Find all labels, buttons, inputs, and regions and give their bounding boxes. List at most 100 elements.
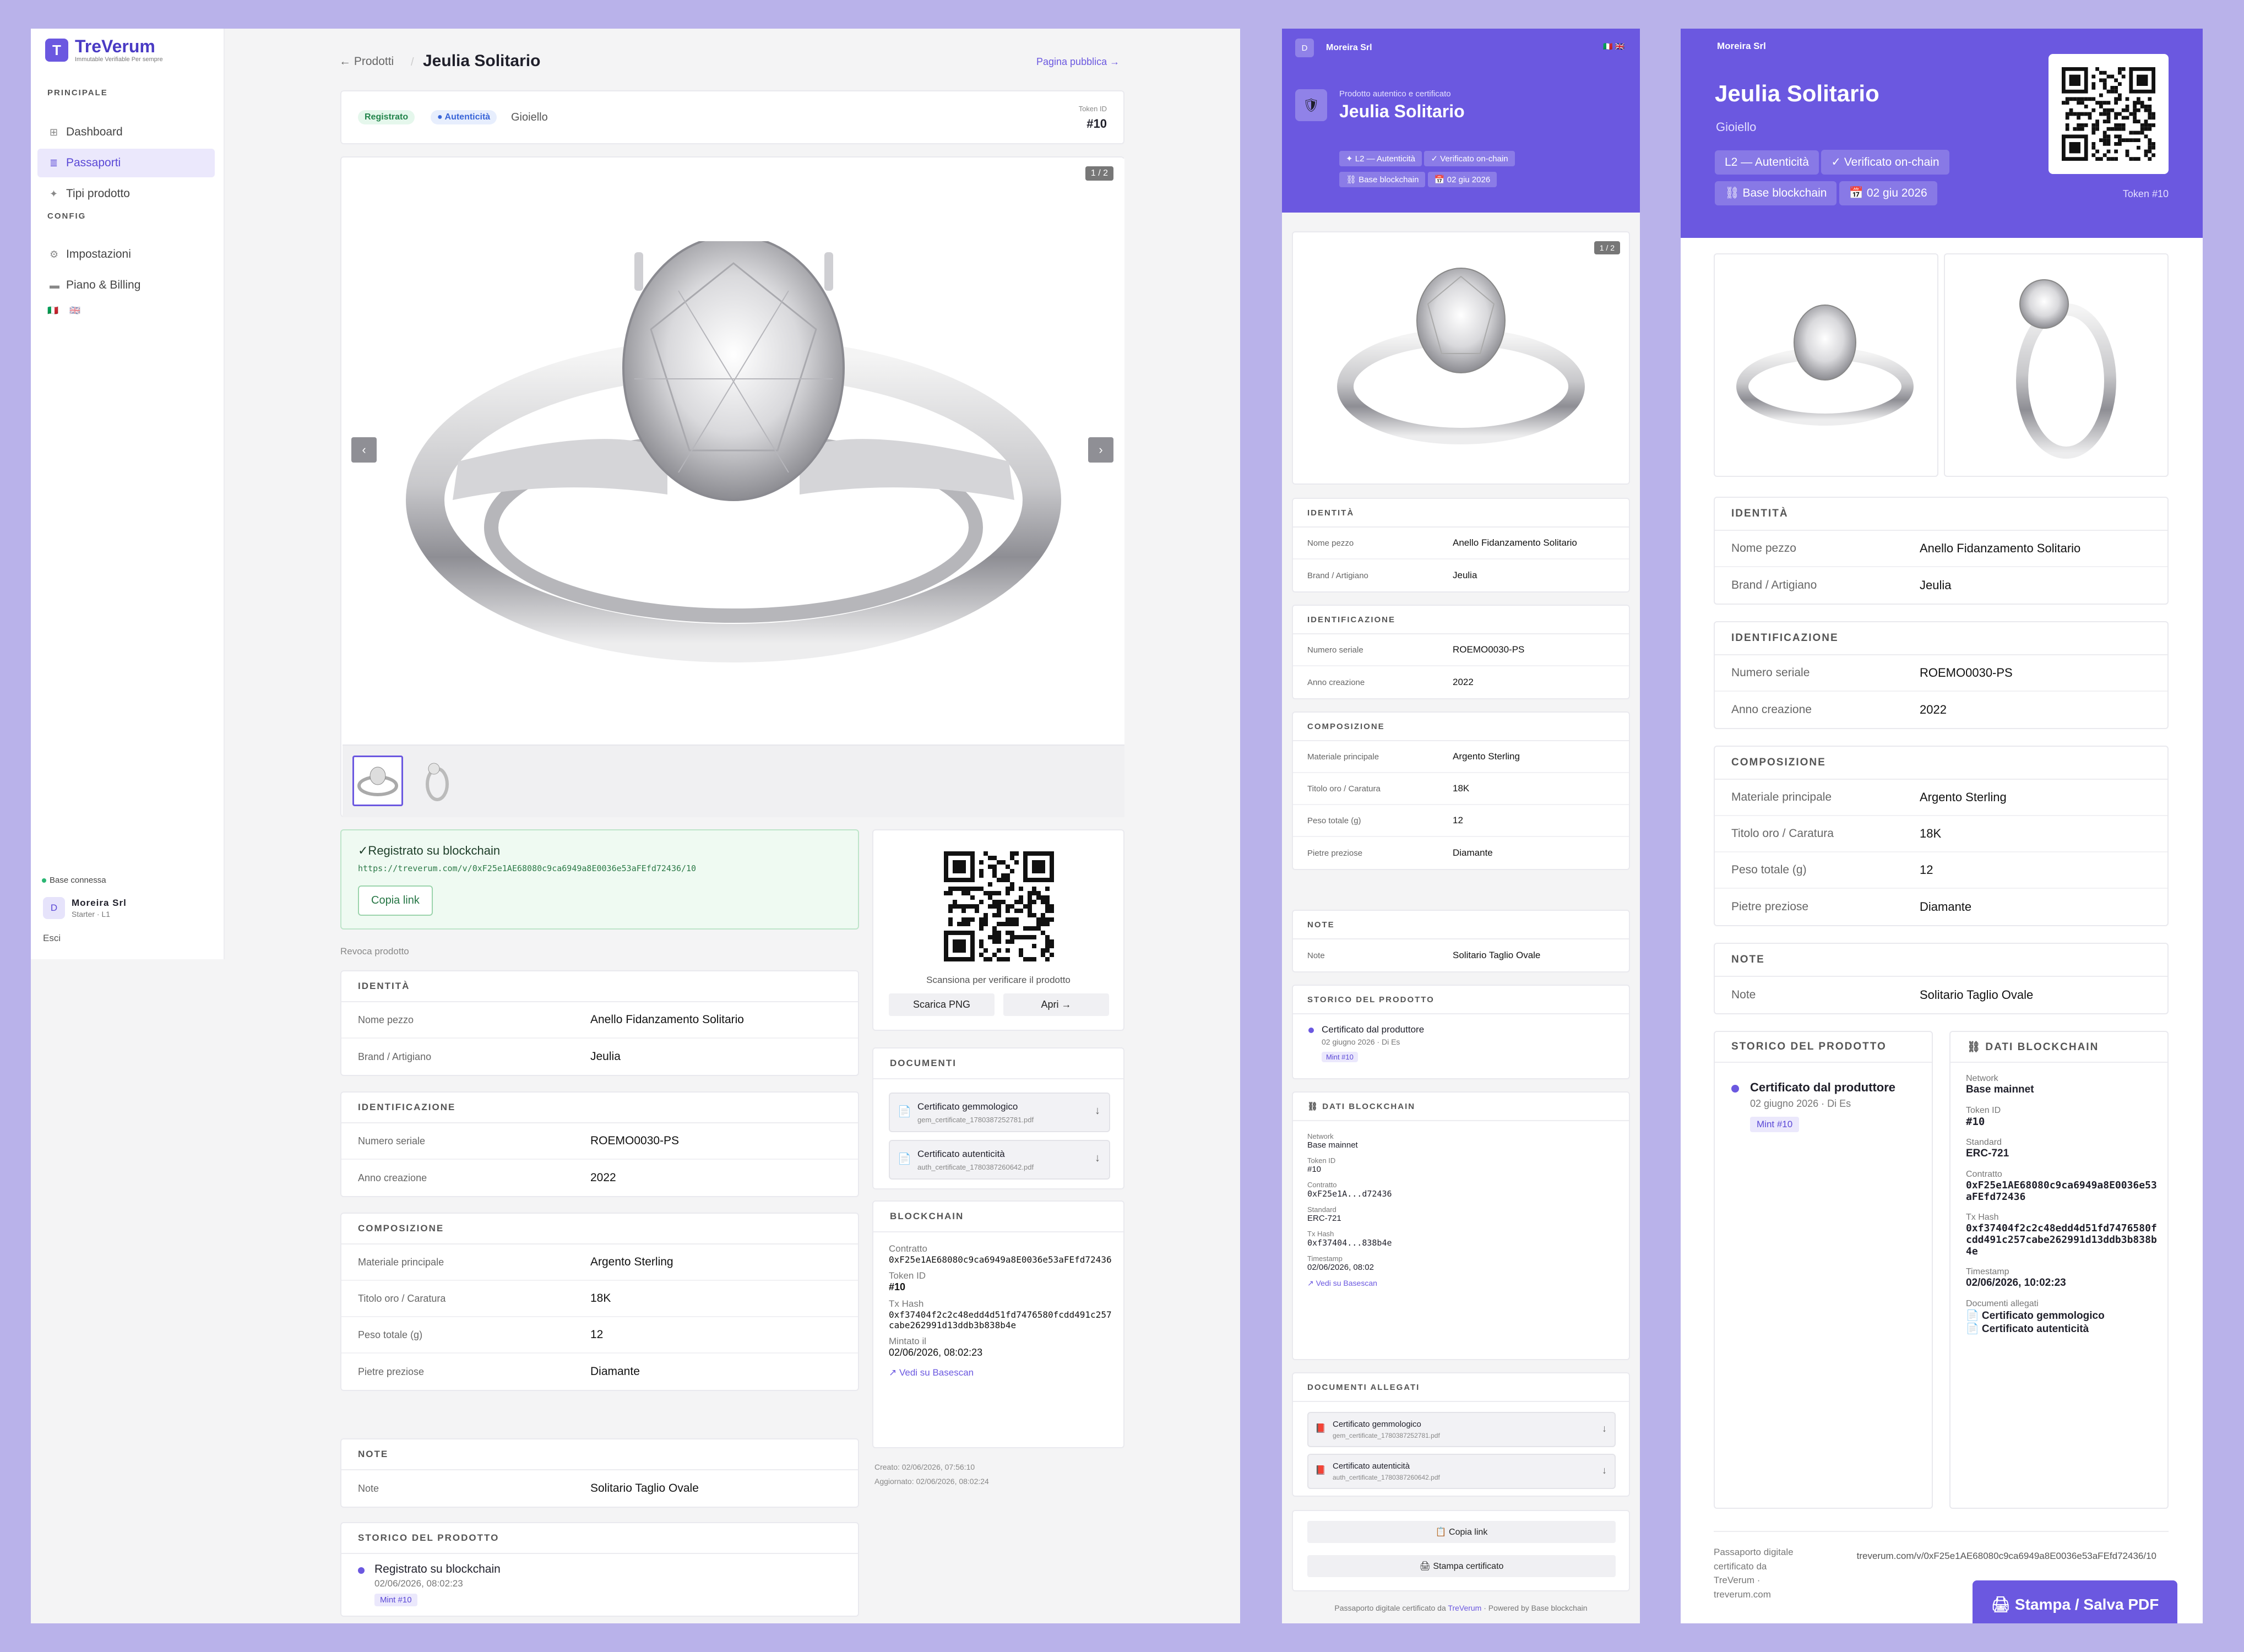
field-value: Solitario Taglio Ovale — [1920, 988, 2034, 1002]
field-value: 12 — [590, 1328, 604, 1341]
section-title: IDENTITÀ — [341, 971, 858, 1002]
chain-value: #10 — [1307, 1165, 1322, 1174]
section-identita: IDENTITÀ Nome pezzo Anello Fidanzamento S… — [340, 970, 859, 1076]
sidebar-item-passaporti[interactable]: ≣ Passaporti — [37, 149, 215, 177]
footer-url[interactable]: treverum.com/v/0xF25e1AE68080c9ca6949a8E… — [1806, 1551, 2170, 1562]
field-value: Argento Sterling — [1920, 790, 2007, 804]
download-icon[interactable]: ↓ — [1095, 1105, 1100, 1117]
field-value: Argento Sterling — [590, 1256, 673, 1268]
logo-subtitle: Immutable Verifiable Per sempre — [75, 56, 163, 63]
language-flags[interactable]: 🇮🇹 🇬🇧 — [1603, 42, 1624, 51]
field-value: Diamante — [1920, 900, 1972, 914]
section-composizione: COMPOSIZIONE Materiale principale Argento… — [1714, 746, 2169, 926]
field-label: Numero seriale — [1307, 645, 1363, 655]
basescan-link[interactable]: ↗ Vedi su Basescan — [889, 1367, 1115, 1378]
qr-card: Scansiona per verificare il prodotto Sca… — [872, 829, 1124, 1031]
section-composizione: COMPOSIZIONE Materiale principale Argento… — [1292, 711, 1630, 870]
field-value: 2022 — [1920, 703, 1947, 716]
thumbnail-strip — [343, 745, 1124, 817]
chain-label: Network — [1307, 1132, 1334, 1140]
section-title: IDENTITÀ — [1293, 499, 1629, 528]
chain-label: Token ID — [1966, 1106, 2001, 1115]
field-row: Titolo oro / Caratura 18K — [341, 1281, 858, 1317]
main-product-image[interactable] — [343, 159, 1124, 745]
field-label: Anno creazione — [1307, 677, 1365, 687]
field-label: Numero seriale — [1731, 666, 1810, 679]
status-dot-icon — [42, 878, 46, 883]
field-value: 2022 — [590, 1171, 616, 1184]
print-save-pdf-button[interactable]: 🖨 Stampa / Salva PDF — [1973, 1580, 2177, 1623]
flag-it-button[interactable]: 🇮🇹 — [47, 305, 58, 316]
revoke-product-link[interactable]: Revoca prodotto — [340, 946, 409, 957]
chain-value: 0xf37404...838b4e — [1307, 1238, 1392, 1248]
mobile-actions: 📋 Copia link 🖨 Stampa certificato — [1292, 1510, 1630, 1591]
qr-code-icon — [2062, 67, 2155, 161]
document-item[interactable]: 📄 Certificato gemmologico gem_certificat… — [889, 1093, 1110, 1132]
sidebar-item-impostazioni[interactable]: ⚙ Impostazioni — [37, 240, 215, 269]
download-icon[interactable]: ↓ — [1602, 1423, 1607, 1434]
history-date: 02 giugno 2026 · Di Es — [1750, 1098, 1851, 1109]
logo-title[interactable]: TreVerum — [75, 36, 155, 57]
document-item[interactable]: 📄 Certificato autenticità auth_certifica… — [889, 1140, 1110, 1180]
breadcrumb-back-link[interactable]: ← Prodotti — [339, 55, 394, 68]
copy-link-button[interactable]: 📋 Copia link — [1307, 1521, 1616, 1543]
avatar[interactable]: D — [43, 897, 65, 919]
print-certificate-button[interactable]: 🖨 Stampa certificato — [1307, 1555, 1616, 1577]
field-value: Diamante — [1453, 847, 1493, 858]
document-item[interactable]: 📕 Certificato gemmologico gem_certificat… — [1307, 1412, 1616, 1447]
footer-link[interactable]: TreVerum — [1448, 1604, 1481, 1612]
doc-link[interactable]: 📄 Certificato autenticità — [1966, 1322, 2159, 1335]
contract-address[interactable]: 0xF25e1AE68080c9ca6949a8E0036e53aFEfd724… — [889, 1254, 1115, 1265]
gallery-prev-button[interactable]: ‹ — [351, 437, 377, 463]
chain-label: Contratto — [1307, 1181, 1337, 1189]
section-title: IDENTIFICAZIONE — [341, 1093, 858, 1123]
field-row: Titolo oro / Caratura 18K — [1293, 773, 1629, 805]
download-png-button[interactable]: Scarica PNG — [889, 993, 995, 1016]
copy-link-button[interactable]: Copia link — [358, 885, 433, 916]
shield-icon: 🛡 — [1295, 89, 1327, 121]
public-page-link[interactable]: Pagina pubblica → — [1036, 56, 1120, 68]
open-qr-button[interactable]: Apri → — [1003, 993, 1109, 1016]
minted-date: 02/06/2026, 08:02:23 — [889, 1347, 983, 1358]
section-history: STORICO DEL PRODOTTO Certificato dal pro… — [1714, 1031, 1933, 1509]
product-title: Jeulia Solitario — [1715, 80, 1879, 106]
history-event: Registrato su blockchain — [374, 1563, 501, 1575]
tag-list: L2 — Autenticità ✓ Verificato on-chain ⛓… — [1715, 150, 2023, 205]
field-label: Brand / Artigiano — [1731, 579, 1817, 591]
download-icon[interactable]: ↓ — [1602, 1465, 1607, 1476]
basescan-link[interactable]: ↗ Vedi su Basescan — [1307, 1279, 1392, 1288]
mint-badge: Mint #10 — [1322, 1052, 1358, 1062]
field-row: Materiale principale Argento Sterling — [341, 1245, 858, 1281]
field-label: Titolo oro / Caratura — [1731, 827, 1834, 840]
download-icon[interactable]: ↓ — [1095, 1152, 1100, 1165]
pdf-icon: 📕 — [1315, 1424, 1326, 1433]
thumbnail-1[interactable] — [352, 756, 403, 806]
field-label: Pietre preziose — [1731, 900, 1809, 913]
thumbnail-2[interactable] — [412, 756, 463, 806]
contract-label: Contratto — [889, 1243, 927, 1254]
sidebar-item-tipi-prodotto[interactable]: ✦ Tipi prodotto — [37, 180, 215, 208]
chain-value: 0xf37404f2c2c48edd4d51fd7476580fcdd491c2… — [1966, 1222, 2157, 1257]
field-value: Anello Fidanzamento Solitario — [1453, 537, 1577, 548]
mobile-gallery[interactable]: 1 / 2 — [1292, 231, 1630, 485]
tx-hash[interactable]: 0xf37404f2c2c48edd4d51fd7476580fcdd491c2… — [889, 1309, 1115, 1330]
sidebar-item-billing[interactable]: ▬ Piano & Billing — [37, 271, 215, 300]
field-label: Brand / Artigiano — [1307, 570, 1368, 580]
mobile-footer: Passaporto digitale certificato da TreVe… — [1282, 1604, 1640, 1612]
section-title: STORICO DEL PRODOTTO — [1293, 986, 1629, 1014]
chain-label: Tx Hash — [1307, 1230, 1334, 1238]
flag-en-button[interactable]: 🇬🇧 — [69, 305, 80, 316]
token-label: Token #10 — [2122, 188, 2169, 199]
tag-level: ✦ L2 — Autenticità — [1339, 151, 1422, 166]
section-title: COMPOSIZIONE — [341, 1214, 858, 1245]
section-title: NOTE — [341, 1439, 858, 1470]
doc-link[interactable]: 📄 Certificato gemmologico — [1966, 1309, 2159, 1322]
document-item[interactable]: 📕 Certificato autenticità auth_certifica… — [1307, 1454, 1616, 1489]
field-value: ROEMO0030-PS — [1920, 666, 2013, 680]
passport-url[interactable]: https://treverum.com/v/0xF25e1AE68080c9c… — [358, 863, 696, 873]
sidebar-item-dashboard[interactable]: ⊞ Dashboard — [37, 118, 215, 146]
logout-link[interactable]: Esci — [43, 933, 61, 944]
gallery-next-button[interactable]: › — [1088, 437, 1113, 463]
print-header: Moreira Srl Jeulia Solitario Gioiello L2… — [1681, 29, 2203, 238]
sidebar-item-label: Dashboard — [66, 126, 123, 138]
